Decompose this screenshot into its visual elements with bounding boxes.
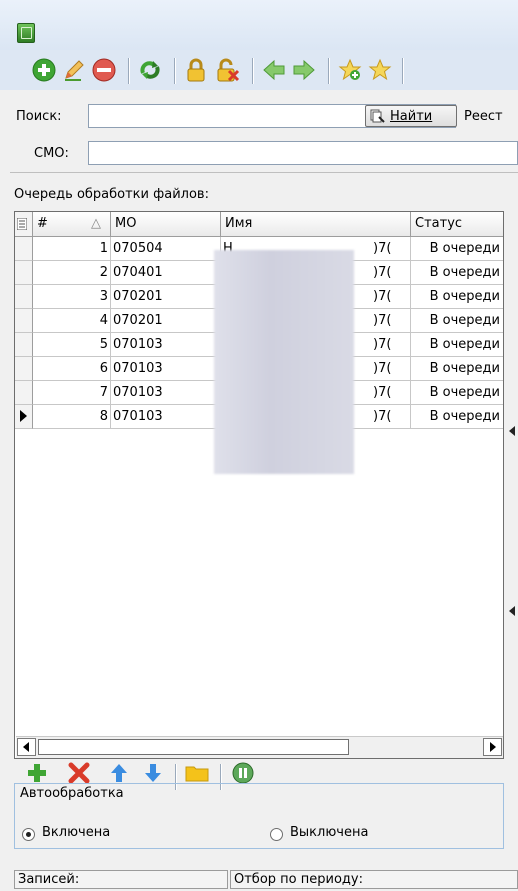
cell-status: В очереди (411, 405, 503, 429)
cell-status: В очереди (411, 309, 503, 333)
column-chooser-icon[interactable] (15, 212, 33, 237)
find-button[interactable]: Найти (365, 105, 457, 127)
collapse-arrow-icon[interactable] (509, 426, 515, 436)
favorite-add-icon[interactable] (336, 56, 364, 84)
row-indicator (15, 309, 33, 333)
title-bar (0, 0, 518, 50)
splitter[interactable] (505, 420, 518, 620)
find-button-label: Найти (390, 108, 433, 124)
cell-num: 4 (33, 309, 111, 333)
column-header-num-label: # (37, 216, 48, 231)
cell-num: 8 (33, 405, 111, 429)
cell-num: 6 (33, 357, 111, 381)
cell-num: 5 (33, 333, 111, 357)
row-indicator (15, 357, 33, 381)
cell-name-end: )7( (373, 385, 392, 400)
refresh-icon[interactable] (136, 56, 164, 84)
scroll-left-icon[interactable] (17, 738, 36, 756)
unlock-icon[interactable] (214, 56, 242, 84)
lock-icon[interactable] (182, 56, 210, 84)
column-header-mo[interactable]: МО (111, 212, 221, 237)
cell-name-end: )7( (373, 337, 392, 352)
cell-mo: 070504 (111, 237, 221, 261)
cell-name-end: )7( (373, 313, 392, 328)
divider (10, 172, 518, 173)
cell-name-end: )7( (373, 409, 392, 424)
cell-name-end: )7( (373, 361, 392, 376)
search-label: Поиск: (16, 109, 62, 124)
autoprocessing-off-label[interactable]: Выключена (290, 825, 368, 840)
cell-mo: 070201 (111, 309, 221, 333)
autoprocessing-on-radio[interactable] (22, 828, 35, 841)
records-count: Записей: (14, 870, 228, 889)
favorite-icon[interactable] (366, 56, 394, 84)
cell-num: 1 (33, 237, 111, 261)
cell-mo: 070103 (111, 357, 221, 381)
find-icon (370, 109, 386, 123)
column-header-name[interactable]: Имя (221, 212, 411, 237)
queue-title: Очередь обработки файлов: (14, 187, 209, 202)
row-indicator (15, 261, 33, 285)
cell-num: 3 (33, 285, 111, 309)
period-filter: Отбор по периоду: (230, 870, 518, 889)
cell-mo: 070401 (111, 261, 221, 285)
cell-status: В очереди (411, 357, 503, 381)
status-bar: Записей: Отбор по периоду: (14, 868, 518, 891)
redacted-area (214, 250, 354, 474)
autoprocessing-on-label[interactable]: Включена (42, 825, 110, 840)
cell-status: В очереди (411, 333, 503, 357)
cell-name-end: )7( (373, 241, 392, 256)
back-icon[interactable] (260, 56, 288, 84)
sort-ascending-icon: △ (91, 216, 101, 231)
scroll-right-icon[interactable] (483, 738, 502, 756)
cell-mo: 070103 (111, 405, 221, 429)
cell-mo: 070201 (111, 285, 221, 309)
registry-label: Реест (464, 109, 503, 124)
row-indicator (15, 381, 33, 405)
cell-status: В очереди (411, 261, 503, 285)
cell-status: В очереди (411, 381, 503, 405)
horizontal-scrollbar[interactable] (16, 736, 503, 758)
edit-icon[interactable] (60, 56, 88, 84)
app-icon (17, 23, 35, 43)
smo-input[interactable] (88, 141, 518, 165)
forward-icon[interactable] (290, 56, 318, 84)
cell-status: В очереди (411, 285, 503, 309)
cell-num: 2 (33, 261, 111, 285)
cell-num: 7 (33, 381, 111, 405)
collapse-arrow-icon[interactable] (509, 606, 515, 616)
column-header-status[interactable]: Статус (411, 212, 503, 237)
autoprocessing-off-radio[interactable] (270, 828, 283, 841)
add-icon[interactable] (30, 56, 58, 84)
cell-mo: 070103 (111, 381, 221, 405)
row-indicator (15, 333, 33, 357)
column-header-num[interactable]: # △ (33, 212, 111, 237)
cell-name-end: )7( (373, 289, 392, 304)
autoprocessing-legend: Автообработка (18, 786, 126, 801)
scrollbar-thumb[interactable] (38, 739, 349, 755)
cell-status: В очереди (411, 237, 503, 261)
cell-mo: 070103 (111, 333, 221, 357)
row-indicator (15, 285, 33, 309)
smo-label: СМО: (34, 146, 69, 161)
cell-name-end: )7( (373, 265, 392, 280)
row-indicator (15, 237, 33, 261)
delete-icon[interactable] (90, 56, 118, 84)
toolbar (10, 54, 518, 88)
current-row-indicator-icon (15, 405, 33, 429)
